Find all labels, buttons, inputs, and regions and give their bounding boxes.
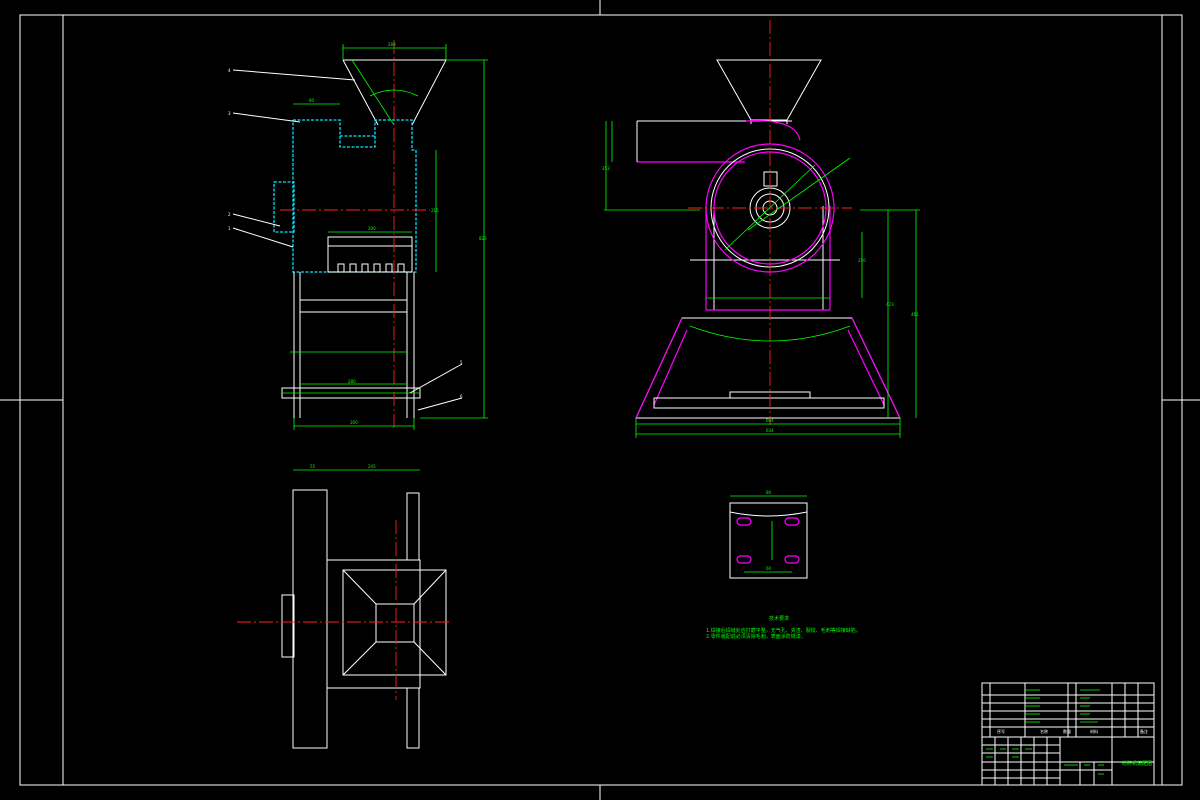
top-view: 55 245 bbox=[237, 464, 452, 749]
svg-text:215: 215 bbox=[431, 208, 439, 213]
part-label-4: 4 bbox=[228, 68, 231, 73]
tech-requirement-line-1: 1.焊接后焊缝处应打磨平整，无气孔、夹渣、裂纹、毛刺等焊接缺陷。 bbox=[706, 627, 861, 634]
bom-header-index: 序号 bbox=[997, 728, 1005, 734]
drawing-name: 粉碎机装配图 bbox=[1122, 760, 1152, 767]
part-label-6: 6 bbox=[460, 394, 463, 399]
svg-text:288: 288 bbox=[388, 42, 396, 47]
part-label-5: 5 bbox=[460, 360, 463, 365]
svg-text:604: 604 bbox=[766, 418, 774, 423]
svg-text:300: 300 bbox=[350, 420, 358, 425]
svg-text:245: 245 bbox=[368, 464, 376, 469]
svg-text:353: 353 bbox=[602, 166, 610, 171]
svg-text:60: 60 bbox=[766, 566, 772, 571]
svg-text:423: 423 bbox=[886, 302, 894, 307]
part-label-2: 2 bbox=[228, 212, 231, 217]
bom-header-remark: 备注 bbox=[1140, 728, 1148, 734]
bom-header-material: 材料 bbox=[1090, 728, 1098, 734]
part-label-1: 1 bbox=[228, 226, 231, 231]
svg-text:80: 80 bbox=[766, 490, 772, 495]
svg-text:823: 823 bbox=[479, 236, 487, 241]
svg-text:80: 80 bbox=[309, 98, 315, 103]
bom-header-name: 名称 bbox=[1040, 728, 1048, 734]
tech-requirements-title: 技术要求 bbox=[769, 615, 789, 622]
svg-text:461: 461 bbox=[911, 312, 919, 317]
title-block bbox=[981, 682, 1155, 786]
svg-text:634: 634 bbox=[766, 428, 774, 433]
svg-text:250: 250 bbox=[858, 258, 866, 263]
svg-text:55: 55 bbox=[310, 464, 316, 469]
front-section-view: 288 80 823 215 300 200 280 bbox=[232, 40, 488, 430]
sheet-border bbox=[0, 0, 1200, 800]
base-plate-detail: 80 60 bbox=[729, 490, 808, 579]
part-label-3: 3 bbox=[228, 111, 231, 116]
svg-text:200: 200 bbox=[368, 226, 376, 231]
bom-header-quantity: 数量 bbox=[1063, 728, 1071, 734]
side-view: 353 461 604 634 250 423 bbox=[602, 20, 920, 438]
cad-drawing-canvas[interactable]: 288 80 823 215 300 200 280 4 3 2 1 5 6 5… bbox=[0, 0, 1200, 800]
svg-text:280: 280 bbox=[348, 379, 356, 384]
tech-requirement-line-2: 2.零件装配前必须清除毛刺，表面涂防锈漆。 bbox=[706, 633, 806, 640]
